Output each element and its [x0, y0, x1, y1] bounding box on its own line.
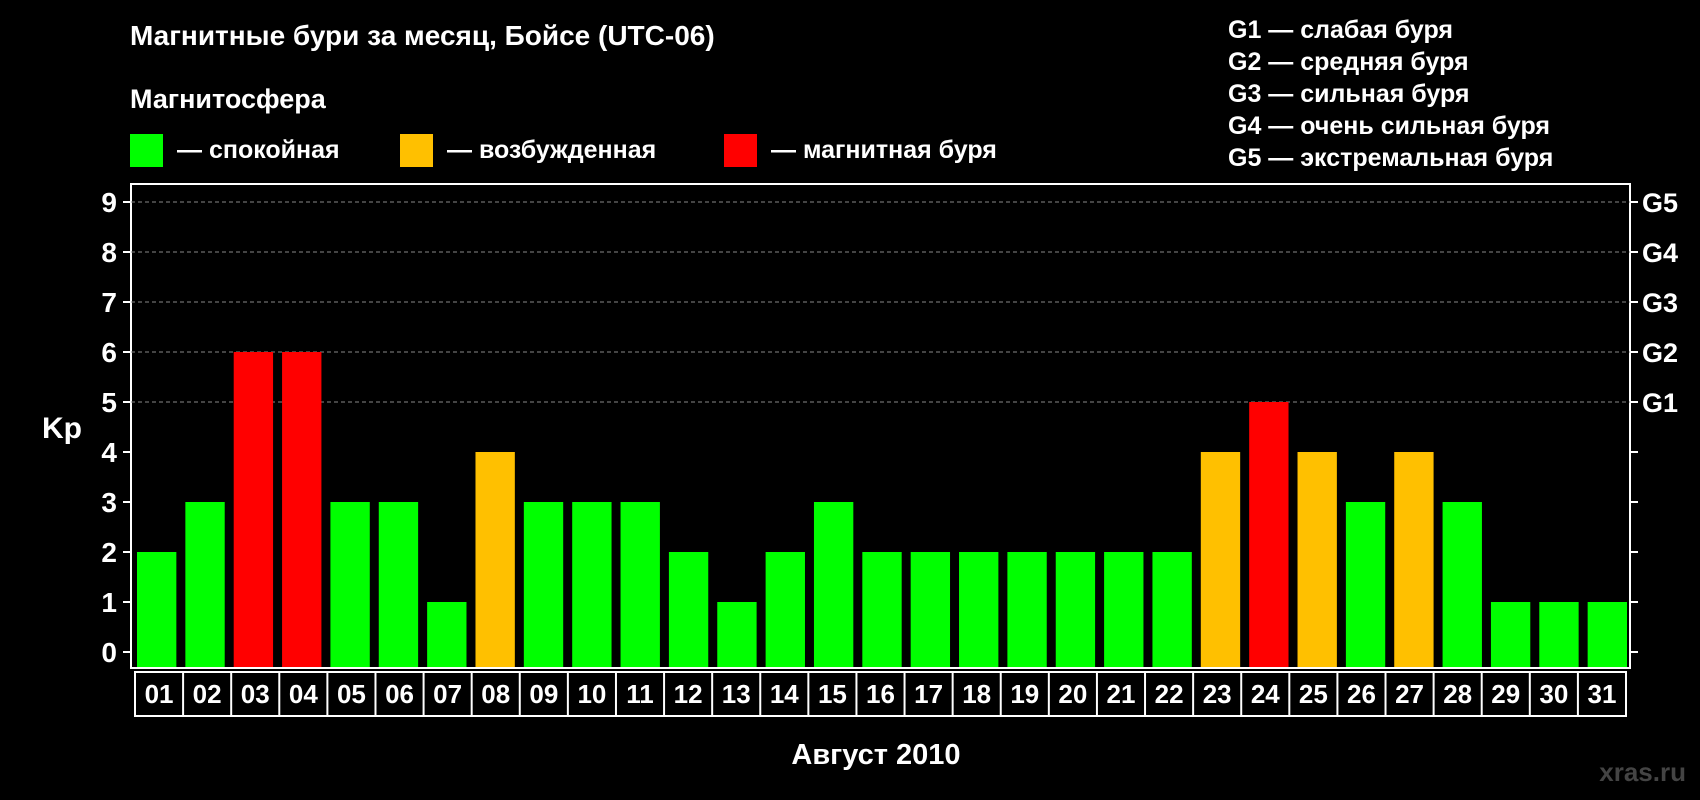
- x-tick-label-08: 08: [481, 679, 510, 709]
- x-tick-label-21: 21: [1107, 679, 1136, 709]
- bar-26: [1345, 502, 1386, 667]
- x-tick-label-23: 23: [1203, 679, 1232, 709]
- x-tick-label-31: 31: [1587, 679, 1616, 709]
- bar-12: [668, 552, 709, 667]
- x-tick-label-09: 09: [529, 679, 558, 709]
- x-tick-label-19: 19: [1010, 679, 1039, 709]
- x-tick-label-11: 11: [626, 679, 654, 709]
- x-tick-label-18: 18: [962, 679, 991, 709]
- bar-13: [717, 602, 757, 667]
- y-axis-label: Kp: [42, 412, 82, 445]
- bar-29: [1490, 602, 1531, 667]
- x-tick-label-16: 16: [866, 679, 895, 709]
- x-tick-label-27: 27: [1395, 679, 1424, 709]
- x-axis-label: Август 2010: [791, 739, 960, 771]
- bar-22: [1152, 552, 1192, 667]
- bar-15: [813, 502, 854, 667]
- y-tick-label-9: 9: [101, 187, 117, 218]
- x-tick-label-22: 22: [1155, 679, 1184, 709]
- x-tick-label-29: 29: [1491, 679, 1520, 709]
- x-tick-label-20: 20: [1058, 679, 1087, 709]
- bar-16: [862, 552, 902, 667]
- x-tick-label-15: 15: [818, 679, 847, 709]
- x-tick-label-03: 03: [241, 679, 270, 709]
- bar-09: [523, 502, 564, 667]
- y-tick-label-7: 7: [101, 287, 117, 318]
- x-tick-label-28: 28: [1443, 679, 1472, 709]
- bar-17: [910, 552, 951, 667]
- x-tick-label-12: 12: [674, 679, 703, 709]
- bar-23: [1200, 452, 1241, 667]
- x-tick-label-24: 24: [1251, 679, 1280, 709]
- x-tick-label-06: 06: [385, 679, 414, 709]
- right-axis-label-g1: G1: [1642, 388, 1678, 418]
- x-tick-label-10: 10: [577, 679, 606, 709]
- watermark: xras.ru: [1599, 757, 1686, 787]
- right-axis-label-g3: G3: [1642, 288, 1678, 318]
- x-tick-label-26: 26: [1347, 679, 1376, 709]
- y-tick-label-2: 2: [101, 537, 117, 568]
- bar-03: [233, 352, 274, 667]
- y-tick-label-8: 8: [101, 237, 117, 268]
- x-tick-label-13: 13: [722, 679, 751, 709]
- y-tick-label-5: 5: [101, 387, 117, 418]
- y-tick-label-3: 3: [101, 487, 117, 518]
- y-tick-label-0: 0: [101, 637, 117, 668]
- x-tick-label-25: 25: [1299, 679, 1328, 709]
- x-tick-label-05: 05: [337, 679, 366, 709]
- bar-19: [1007, 552, 1047, 667]
- bar-04: [282, 352, 322, 667]
- bar-11: [620, 502, 660, 667]
- bar-21: [1104, 552, 1144, 667]
- bar-27: [1394, 452, 1434, 667]
- y-tick-label-6: 6: [101, 337, 117, 368]
- x-tick-label-17: 17: [914, 679, 943, 709]
- bar-30: [1539, 602, 1579, 667]
- bar-24: [1249, 402, 1289, 667]
- x-tick-label-30: 30: [1539, 679, 1568, 709]
- bar-02: [185, 502, 225, 667]
- bar-07: [427, 602, 467, 667]
- x-tick-label-14: 14: [770, 679, 799, 709]
- right-axis-label-g4: G4: [1642, 238, 1678, 268]
- x-tick-label-02: 02: [193, 679, 222, 709]
- x-tick-label-01: 01: [145, 679, 174, 709]
- bar-05: [330, 502, 370, 667]
- x-tick-label-04: 04: [289, 679, 318, 709]
- kp-bar-chart: 0123456789G1G2G3G4G5Kp01 02 03 04 05 06 07 08 09…: [42, 183, 1678, 771]
- bar-06: [378, 502, 419, 667]
- right-axis-label-g5: G5: [1642, 188, 1678, 218]
- bar-14: [765, 552, 805, 667]
- bar-18: [959, 552, 999, 667]
- bar-01: [137, 552, 177, 667]
- y-tick-label-1: 1: [101, 587, 117, 618]
- bar-10: [572, 502, 612, 667]
- bar-25: [1297, 452, 1337, 667]
- x-tick-label-07: 07: [433, 679, 462, 709]
- y-tick-label-4: 4: [101, 437, 117, 468]
- bar-31: [1587, 602, 1627, 667]
- bar-28: [1442, 502, 1482, 667]
- bar-20: [1055, 552, 1096, 667]
- bar-08: [475, 452, 515, 667]
- right-axis-label-g2: G2: [1642, 338, 1678, 368]
